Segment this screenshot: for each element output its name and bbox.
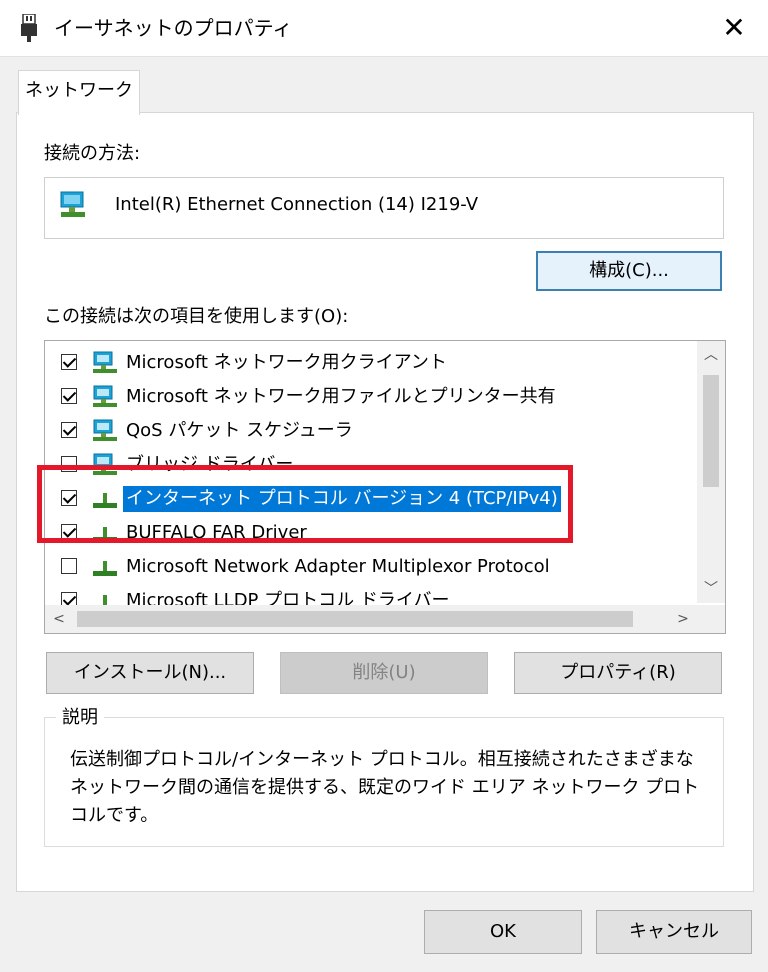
connection-label: 接続の方法: bbox=[44, 143, 141, 164]
item-label: Microsoft Network Adapter Multiplexor Pr… bbox=[126, 556, 550, 577]
scroll-thumb-horizontal[interactable] bbox=[77, 611, 633, 627]
annotation-highlight-box bbox=[37, 465, 573, 543]
description-text: 伝送制御プロトコル/インターネット プロトコル。相互接続されたさまざまなネットワ… bbox=[70, 749, 700, 826]
description-title: 説明 bbox=[56, 706, 104, 730]
close-button[interactable]: ✕ bbox=[716, 10, 752, 46]
properties-button[interactable]: プロパティ(R) bbox=[514, 652, 722, 694]
ethernet-icon bbox=[21, 14, 37, 42]
client-icon bbox=[93, 419, 117, 441]
vertical-scrollbar[interactable]: ︿ ﹀ bbox=[697, 341, 725, 603]
checkbox[interactable] bbox=[61, 354, 77, 370]
item-label: Microsoft ネットワーク用クライアント bbox=[126, 352, 447, 373]
cancel-button[interactable]: キャンセル bbox=[596, 910, 752, 954]
list-item[interactable]: Microsoft ネットワーク用ファイルとプリンター共有 bbox=[45, 380, 685, 414]
ok-button[interactable]: OK bbox=[424, 910, 582, 954]
window-title: イーサネットのプロパティ bbox=[54, 16, 293, 40]
title-bar: イーサネットのプロパティ ✕ bbox=[0, 0, 768, 57]
checkbox[interactable] bbox=[61, 422, 77, 438]
scroll-left-icon[interactable]: < bbox=[45, 605, 73, 633]
client-icon bbox=[93, 351, 117, 373]
list-item[interactable]: QoS パケット スケジューラ bbox=[45, 414, 685, 448]
client-icon bbox=[93, 385, 117, 407]
horizontal-scrollbar[interactable]: < > bbox=[45, 605, 697, 633]
scroll-right-icon[interactable]: > bbox=[669, 605, 697, 633]
list-item[interactable]: Microsoft Network Adapter Multiplexor Pr… bbox=[45, 550, 685, 584]
protocol-icon bbox=[93, 561, 117, 576]
checkbox[interactable] bbox=[61, 388, 77, 404]
uninstall-button[interactable]: 削除(U) bbox=[280, 652, 488, 694]
scroll-up-icon[interactable]: ︿ bbox=[697, 341, 725, 369]
configure-button[interactable]: 構成(C)... bbox=[536, 251, 722, 291]
scroll-down-icon[interactable]: ﹀ bbox=[697, 575, 725, 603]
adapter-box: Intel(R) Ethernet Connection (14) I219-V bbox=[44, 177, 724, 239]
scroll-thumb[interactable] bbox=[703, 375, 719, 487]
adapter-name: Intel(R) Ethernet Connection (14) I219-V bbox=[115, 194, 479, 215]
item-label: QoS パケット スケジューラ bbox=[126, 420, 353, 441]
list-item[interactable]: Microsoft ネットワーク用クライアント bbox=[45, 346, 685, 380]
item-label: Microsoft ネットワーク用ファイルとプリンター共有 bbox=[126, 386, 556, 407]
network-adapter-icon bbox=[60, 191, 85, 217]
checkbox[interactable] bbox=[61, 558, 77, 574]
tab-network[interactable]: ネットワーク bbox=[18, 70, 140, 115]
install-button[interactable]: インストール(N)... bbox=[46, 652, 254, 694]
items-label: この接続は次の項目を使用します(O): bbox=[44, 306, 349, 327]
scroll-corner bbox=[697, 605, 725, 633]
